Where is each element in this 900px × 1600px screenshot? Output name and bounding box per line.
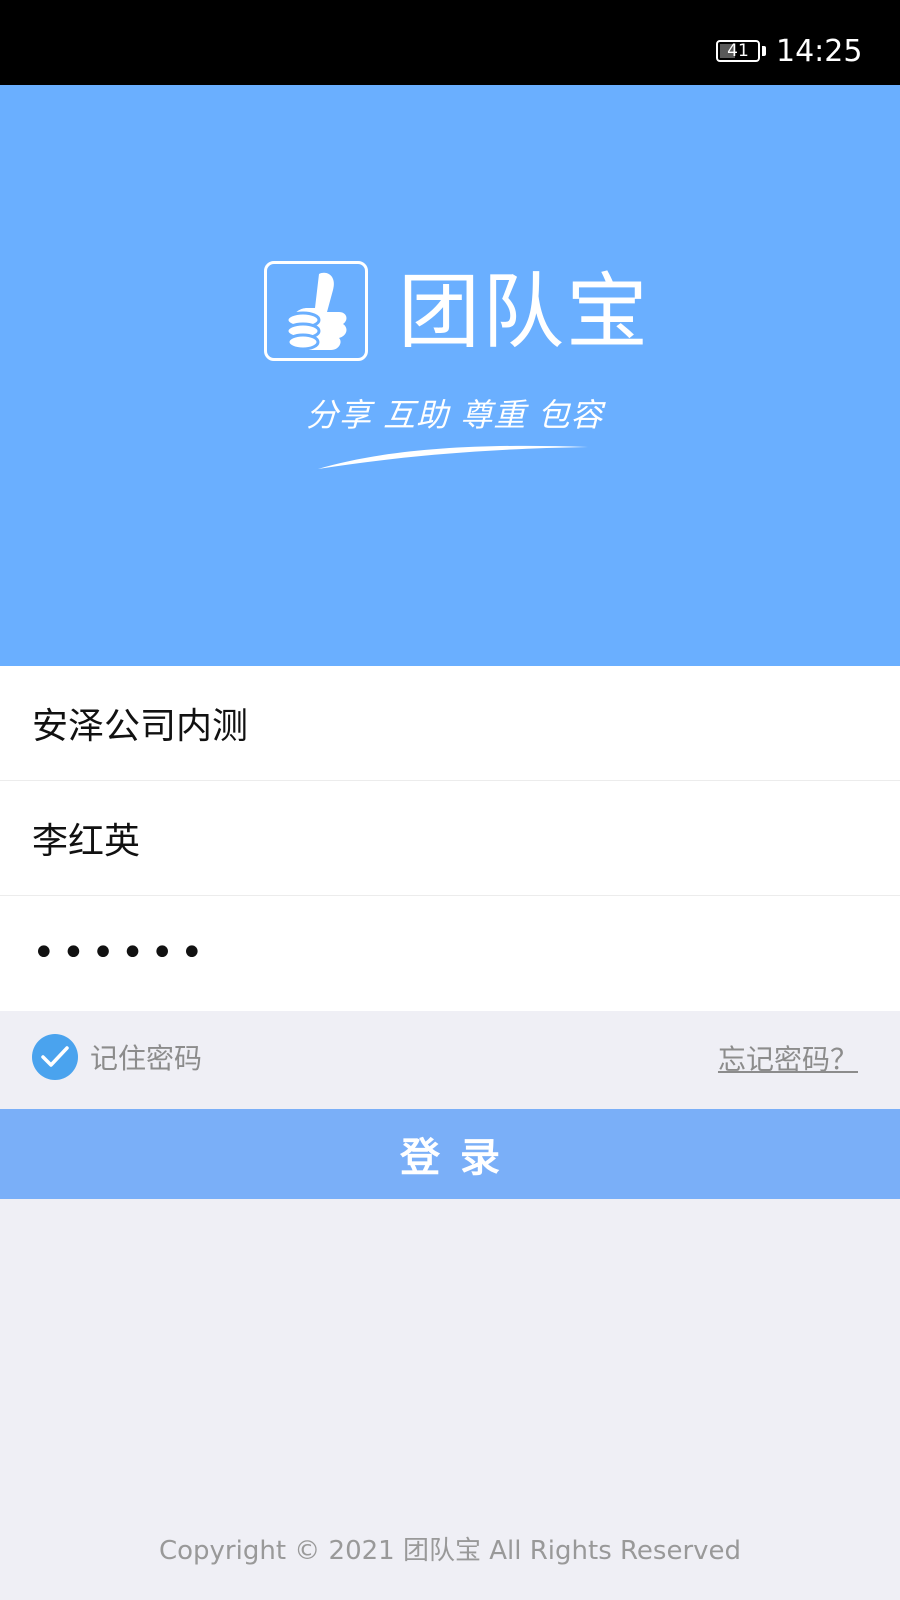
slogan: 分享 互助 尊重 包容	[306, 396, 604, 434]
password-input[interactable]: ••••••	[32, 896, 210, 1010]
logo-frame	[264, 261, 368, 361]
battery-cap	[762, 46, 766, 56]
brand-name: 团队宝	[398, 265, 651, 360]
battery-icon: 41	[716, 40, 760, 62]
remember-password-label[interactable]: 记住密码	[90, 1037, 202, 1077]
login-button[interactable]: 登录	[0, 1109, 900, 1199]
status-bar: 41 14:25	[0, 0, 900, 85]
username-field	[0, 781, 900, 896]
copyright-text: Copyright © 2021 团队宝 All Rights Reserved	[158, 1536, 742, 1566]
hero-banner: 团队宝 分享 互助 尊重 包容	[0, 85, 900, 666]
remember-password-checkbox[interactable]: 记住密码	[32, 1033, 202, 1081]
username-input[interactable]	[32, 781, 868, 895]
thumbs-up-icon	[285, 272, 347, 351]
options-row: 记住密码 忘记密码？	[0, 1012, 900, 1109]
company-field	[0, 666, 900, 781]
company-input[interactable]	[32, 666, 868, 780]
password-field[interactable]: ••••••	[0, 896, 900, 1011]
swoosh-decoration	[318, 445, 588, 469]
battery-level: 41	[727, 41, 749, 61]
forgot-password-link[interactable]: 忘记密码？	[718, 1038, 858, 1078]
status-time: 14:25	[776, 34, 863, 69]
check-icon[interactable]	[32, 1034, 78, 1080]
login-form: ••••••	[0, 666, 900, 1011]
